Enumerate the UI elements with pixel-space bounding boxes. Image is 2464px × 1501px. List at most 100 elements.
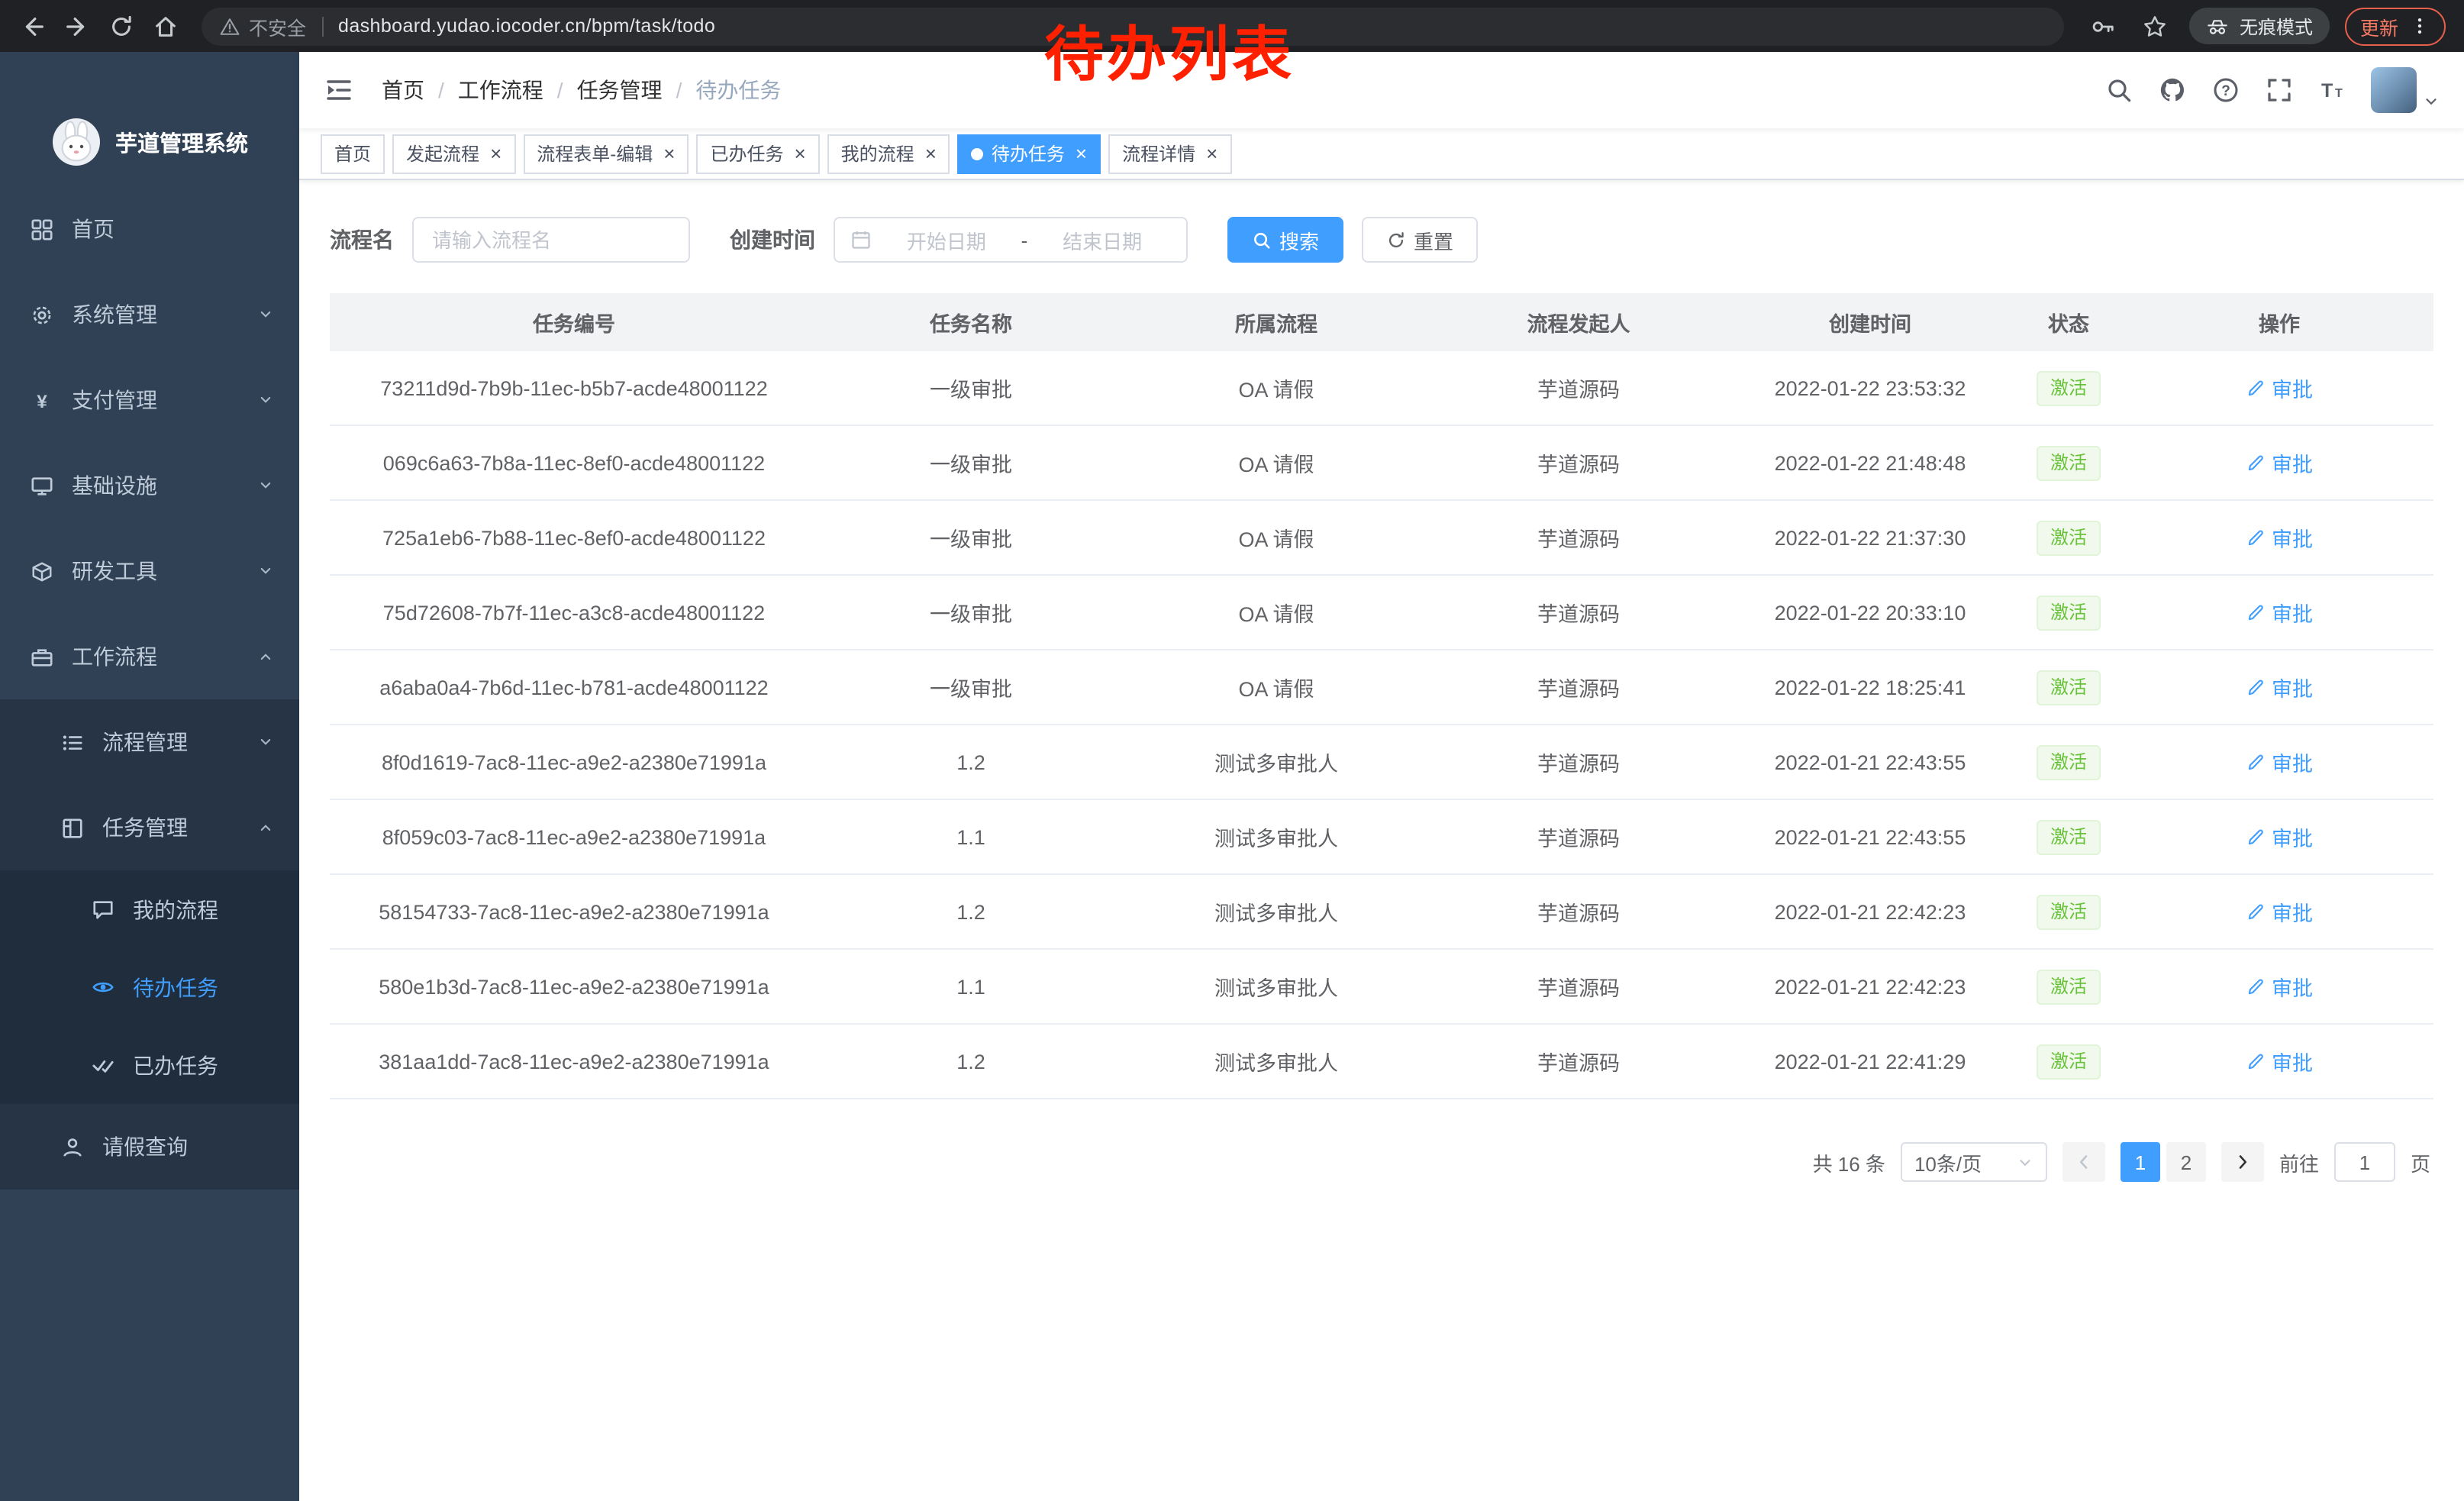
cell-id: 069c6a63-7b8a-11ec-8ef0-acde48001122 (330, 451, 818, 474)
sidebar-item-process-mgmt[interactable]: 流程管理 (0, 699, 299, 785)
search-icon[interactable] (2104, 75, 2134, 105)
browser-chrome: 不安全 dashboard.yudao.iocoder.cn/bpm/task/… (0, 0, 2464, 52)
url-text: dashboard.yudao.iocoder.cn/bpm/task/todo (338, 15, 715, 37)
chevron-down-icon (256, 733, 275, 751)
back-button[interactable] (12, 5, 53, 47)
approve-button[interactable]: 审批 (2246, 373, 2313, 403)
tab-form-edit[interactable]: 流程表单-编辑× (523, 134, 689, 173)
home-button[interactable] (145, 5, 186, 47)
sidebar-item-dev-tools[interactable]: 研发工具 (0, 528, 299, 614)
cell-name: 一级审批 (818, 373, 1124, 403)
fullscreen-icon[interactable] (2264, 75, 2295, 105)
sidebar-item-leave-query[interactable]: 请假查询 (0, 1104, 299, 1190)
approve-button[interactable]: 审批 (2246, 597, 2313, 628)
tab-my-process[interactable]: 我的流程× (827, 134, 950, 173)
goto-page-input[interactable] (2334, 1142, 2395, 1182)
tab-todo-tasks[interactable]: 待办任务× (958, 134, 1101, 173)
forward-button[interactable] (56, 5, 98, 47)
close-icon[interactable]: × (490, 144, 502, 163)
kebab-menu-icon[interactable] (2409, 15, 2430, 37)
breadcrumb-item[interactable]: 任务管理 (577, 75, 663, 105)
tab-home[interactable]: 首页 (321, 134, 385, 173)
sidebar-item-home[interactable]: 首页 (0, 186, 299, 272)
status-badge: 激活 (2037, 819, 2101, 854)
security-warning[interactable]: 不安全 (220, 11, 306, 40)
pager-numbers: 12 (2121, 1142, 2206, 1182)
key-icon[interactable] (2085, 8, 2122, 44)
approve-button[interactable]: 审批 (2246, 447, 2313, 478)
github-icon[interactable] (2157, 75, 2188, 105)
approve-button[interactable]: 审批 (2246, 522, 2313, 553)
sidebar-item-todo-task[interactable]: 待办任务 (0, 948, 299, 1026)
user-menu[interactable] (2371, 67, 2440, 113)
help-icon[interactable]: ? (2211, 75, 2241, 105)
approve-button[interactable]: 审批 (2246, 971, 2313, 1002)
cell-action: 审批 (2125, 896, 2433, 927)
update-label: 更新 (2360, 11, 2398, 40)
close-icon[interactable]: × (1076, 144, 1087, 163)
approve-button[interactable]: 审批 (2246, 896, 2313, 927)
close-icon[interactable]: × (663, 144, 675, 163)
cell-name: 一级审批 (818, 447, 1124, 478)
pagination: 共 16 条 10条/页 12 前往 (330, 1142, 2433, 1182)
approve-button[interactable]: 审批 (2246, 822, 2313, 852)
refresh-button[interactable] (101, 5, 142, 47)
approve-button[interactable]: 审批 (2246, 672, 2313, 702)
cell-name: 1.2 (818, 750, 1124, 773)
process-name-input[interactable] (412, 217, 690, 263)
approve-button[interactable]: 审批 (2246, 1046, 2313, 1077)
sidebar-item-infrastructure[interactable]: 基础设施 (0, 443, 299, 528)
tab-done-tasks[interactable]: 已办任务 × (696, 134, 819, 173)
cell-time: 2022-01-22 20:33:10 (1728, 601, 2012, 624)
page-content: 流程名 创建时间 开始日期 - 结束日期 搜索 (299, 180, 2464, 1501)
close-icon[interactable]: × (1206, 144, 1217, 163)
prev-page-button[interactable] (2062, 1142, 2105, 1182)
close-icon[interactable]: × (925, 144, 937, 163)
bookmark-star-icon[interactable] (2137, 8, 2174, 44)
breadcrumb-separator: / (676, 78, 682, 102)
cell-starter: 芋道源码 (1429, 822, 1728, 852)
page-button-2[interactable]: 2 (2166, 1142, 2206, 1182)
breadcrumb-item[interactable]: 首页 (382, 75, 424, 105)
date-range-picker[interactable]: 开始日期 - 结束日期 (834, 217, 1188, 263)
tab-label: 已办任务 (710, 140, 783, 166)
page-button-1[interactable]: 1 (2121, 1142, 2160, 1182)
incognito-badge: 无痕模式 (2189, 8, 2330, 44)
sidebar-item-workflow[interactable]: 工作流程 (0, 614, 299, 699)
page-size-select[interactable]: 10条/页 (1901, 1142, 2047, 1182)
chevron-down-icon (256, 305, 275, 324)
approve-button[interactable]: 审批 (2246, 747, 2313, 777)
sidebar-item-my-process[interactable]: 我的流程 (0, 870, 299, 948)
sidebar-item-task-mgmt[interactable]: 任务管理 (0, 785, 299, 870)
chevron-down-icon (256, 562, 275, 580)
cell-id: 8f059c03-7ac8-11ec-a9e2-a2380e71991a (330, 825, 818, 848)
cell-id: 73211d9d-7b9b-11ec-b5b7-acde48001122 (330, 376, 818, 399)
tab-process-detail[interactable]: 流程详情× (1108, 134, 1231, 173)
cell-name: 1.2 (818, 1050, 1124, 1073)
tab-start-process[interactable]: 发起流程× (392, 134, 515, 173)
sidebar-item-label: 任务管理 (102, 812, 188, 843)
search-icon (1252, 230, 1272, 250)
next-page-button[interactable] (2221, 1142, 2264, 1182)
approve-label: 审批 (2272, 896, 2313, 927)
sidebar-logo[interactable]: 芋道管理系统 (0, 52, 299, 186)
sidebar-collapse-icon[interactable] (324, 73, 357, 107)
reset-button[interactable]: 重置 (1362, 217, 1478, 263)
sidebar-item-done-task[interactable]: 已办任务 (0, 1026, 299, 1104)
incognito-icon (2206, 15, 2229, 37)
avatar[interactable] (2371, 67, 2417, 113)
sidebar-item-system-mgmt[interactable]: 系统管理 (0, 272, 299, 357)
cell-name: 一级审批 (818, 522, 1124, 553)
cell-status: 激活 (2012, 670, 2125, 705)
font-size-icon[interactable]: TT (2317, 75, 2348, 105)
breadcrumb-item[interactable]: 工作流程 (458, 75, 543, 105)
cell-process: OA 请假 (1124, 447, 1429, 478)
update-button[interactable]: 更新 (2345, 7, 2446, 45)
cell-name: 一级审批 (818, 672, 1124, 702)
edit-icon (2246, 453, 2266, 473)
breadcrumb: 首页/工作流程/任务管理/待办任务 (382, 75, 781, 105)
close-icon[interactable]: × (794, 144, 805, 163)
search-button[interactable]: 搜索 (1227, 217, 1343, 263)
address-bar[interactable]: 不安全 dashboard.yudao.iocoder.cn/bpm/task/… (202, 7, 2064, 45)
sidebar-item-payment-mgmt[interactable]: ¥支付管理 (0, 357, 299, 443)
